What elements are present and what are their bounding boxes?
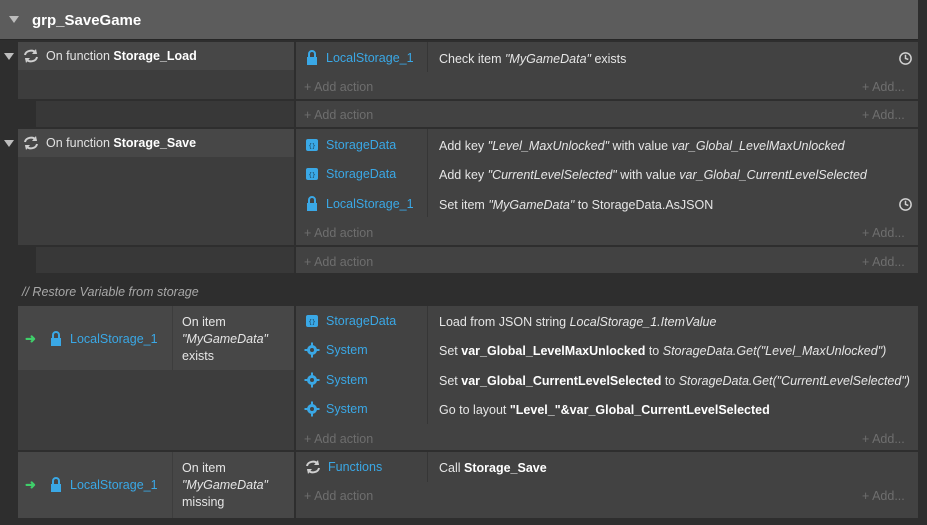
add-action-button[interactable]: + Add action: [304, 108, 373, 122]
trigger-object[interactable]: LocalStorage_1: [48, 477, 158, 493]
action-text[interactable]: Load from JSON string LocalStorage_1.Ite…: [439, 315, 716, 329]
add-action-button[interactable]: + Add action: [304, 432, 373, 446]
event-1-collapse-icon[interactable]: [4, 53, 14, 60]
add-action-button[interactable]: + Add action: [304, 80, 373, 94]
object-name: LocalStorage_1: [70, 478, 158, 492]
add-right-button[interactable]: + Add...: [862, 432, 905, 446]
action-object[interactable]: System: [304, 372, 368, 388]
event-4-actions: [296, 452, 918, 518]
add-right-button[interactable]: + Add...: [862, 255, 905, 269]
action-text[interactable]: Set item "MyGameData" to StorageData.AsJ…: [439, 198, 713, 212]
group-title: grp_SaveGame: [32, 12, 142, 29]
add-action-button[interactable]: + Add action: [304, 226, 373, 240]
condition-text: On function Storage_Save: [46, 136, 197, 150]
collapse-arrow-icon[interactable]: [9, 16, 19, 23]
async-clock-icon: [899, 198, 912, 211]
trigger-arrow-icon: ➜: [25, 331, 36, 346]
object-name: Functions: [328, 460, 383, 474]
action-text[interactable]: Add key "CurrentLevelSelected" with valu…: [439, 168, 867, 182]
add-right-button[interactable]: + Add...: [862, 226, 905, 240]
async-clock-icon: [899, 52, 912, 65]
action-object[interactable]: {} StorageData: [304, 166, 396, 182]
system-gear-icon: [304, 342, 320, 358]
object-name: StorageData: [326, 138, 397, 152]
local-storage-icon: [307, 196, 317, 211]
json-data-icon: {}: [306, 315, 318, 327]
system-gear-icon: [304, 401, 320, 417]
trigger-object[interactable]: LocalStorage_1: [48, 331, 158, 347]
event-comment[interactable]: // Restore Variable from storage: [22, 285, 199, 299]
object-name: System: [326, 373, 368, 387]
trigger-arrow-icon: ➜: [25, 477, 36, 492]
action-object[interactable]: {} StorageData: [304, 137, 396, 153]
action-object[interactable]: {} StorageData: [304, 313, 396, 329]
functions-icon: [306, 460, 320, 474]
action-object[interactable]: System: [304, 342, 368, 358]
group-header[interactable]: grp_SaveGame: [0, 0, 918, 40]
event-2-collapse-icon[interactable]: [4, 140, 14, 147]
system-gear-icon: [304, 372, 320, 388]
svg-text:{}: {}: [308, 319, 315, 326]
action-text[interactable]: Go to layout "Level_"&var_Global_Current…: [439, 403, 770, 417]
action-text[interactable]: Set var_Global_CurrentLevelSelected to S…: [439, 374, 910, 388]
action-text[interactable]: Call Storage_Save: [439, 461, 547, 475]
local-storage-icon: [307, 50, 317, 65]
object-name: StorageData: [326, 314, 397, 328]
action-text[interactable]: Add key "Level_MaxUnlocked" with value v…: [439, 139, 845, 153]
object-name: LocalStorage_1: [326, 197, 414, 211]
event-1-condition-block[interactable]: On function Storage_Load: [18, 42, 294, 99]
action-object[interactable]: Functions: [304, 459, 382, 475]
sub-event-condition[interactable]: [36, 101, 294, 127]
action-object[interactable]: System: [304, 401, 368, 417]
json-data-icon: {}: [306, 139, 318, 151]
svg-text:{}: {}: [308, 172, 315, 179]
event-2-condition-block[interactable]: On function Storage_Save: [18, 129, 294, 245]
condition-row[interactable]: On function Storage_Load: [18, 42, 294, 70]
object-name: System: [326, 402, 368, 416]
sub-event-condition[interactable]: [36, 247, 294, 273]
svg-text:{}: {}: [308, 143, 315, 150]
trigger-condition-text: On item "MyGameData" exists: [182, 315, 268, 363]
json-data-icon: {}: [306, 168, 318, 180]
add-right-button[interactable]: + Add...: [862, 80, 905, 94]
function-loop-icon: [24, 136, 38, 150]
condition-text: On function Storage_Load: [46, 49, 197, 63]
action-object[interactable]: LocalStorage_1: [304, 50, 414, 66]
local-storage-icon: [51, 477, 61, 492]
object-name: LocalStorage_1: [326, 51, 414, 65]
action-object[interactable]: LocalStorage_1: [304, 196, 414, 212]
object-name: StorageData: [326, 167, 397, 181]
sub-event-actions: [296, 247, 918, 273]
sub-event-actions: [296, 101, 918, 127]
add-right-button[interactable]: + Add...: [862, 108, 905, 122]
action-text[interactable]: Set var_Global_LevelMaxUnlocked to Stora…: [439, 344, 886, 358]
action-text[interactable]: Check item "MyGameData" exists: [439, 52, 626, 66]
local-storage-icon: [51, 331, 61, 346]
condition-row[interactable]: On function Storage_Save: [18, 129, 294, 157]
function-loop-icon: [24, 49, 38, 63]
add-action-button[interactable]: + Add action: [304, 489, 373, 503]
add-action-button[interactable]: + Add action: [304, 255, 373, 269]
trigger-condition-text: On item "MyGameData" missing: [182, 461, 268, 509]
object-name: LocalStorage_1: [70, 332, 158, 346]
object-name: System: [326, 343, 368, 357]
add-right-button[interactable]: + Add...: [862, 489, 905, 503]
